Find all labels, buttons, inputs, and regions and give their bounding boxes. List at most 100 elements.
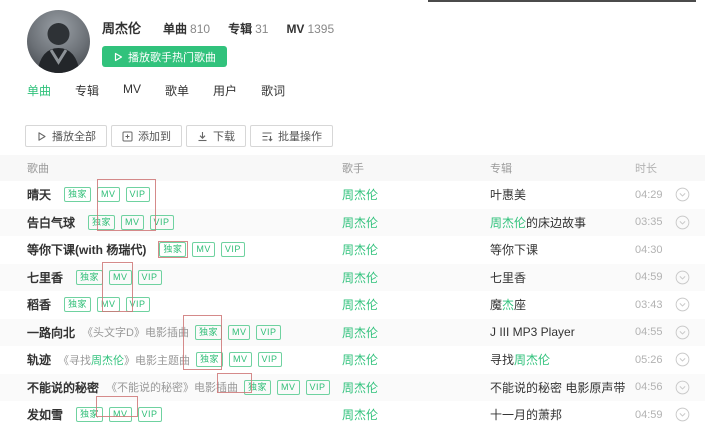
song-title[interactable]: 轨迹 (27, 351, 51, 368)
more-circle-icon[interactable] (675, 215, 690, 230)
highlighted-text: 周杰伦 (490, 215, 527, 230)
more-cell (675, 325, 705, 340)
more-circle-icon[interactable] (675, 352, 690, 367)
more-cell (675, 407, 705, 422)
tag-mv: MV (227, 324, 251, 340)
song-title[interactable]: 晴天 (27, 186, 51, 203)
batch-operations-icon (262, 131, 273, 141)
song-row[interactable]: 七里香 独家 MV VIP 周杰伦 七里香 04:59 (0, 263, 705, 291)
song-artist-link[interactable]: 周杰伦 (342, 271, 378, 285)
song-title[interactable]: 一路向北 (27, 324, 75, 341)
song-subtitle: 《不能说的秘密》电影插曲 (106, 379, 238, 395)
song-album-link[interactable]: 不能说的秘密 电影原声带 (490, 381, 625, 395)
song-album-link[interactable]: 寻找周杰伦 (490, 353, 550, 367)
tag-独家: 独家 (194, 324, 222, 340)
song-row[interactable]: 等你下课(with 杨瑞代) 独家 MV VIP 周杰伦 等你下课 04:30 (0, 236, 705, 264)
song-album-link[interactable]: 十一月的萧邦 (490, 408, 562, 422)
song-title[interactable]: 等你下课(with 杨瑞代) (27, 241, 146, 258)
tag-独家: 独家 (76, 407, 104, 423)
song-title[interactable]: 稻香 (27, 296, 51, 313)
more-circle-icon[interactable] (675, 270, 690, 285)
song-row[interactable]: 不能说的秘密 《不能说的秘密》电影插曲 独家 MV VIP 周杰伦 不能说的秘密 电… (0, 373, 705, 401)
play-hot-songs-button[interactable]: 播放歌手热门歌曲 (102, 46, 227, 67)
song-cell: 发如雪 独家 MV VIP (0, 406, 342, 423)
stat-songs-label: 单曲 (163, 22, 188, 36)
tag-vip: VIP (137, 407, 162, 423)
song-artist-link[interactable]: 周杰伦 (342, 298, 378, 312)
song-album-link[interactable]: J III MP3 Player (490, 325, 575, 339)
tab-songs[interactable]: 单曲 (27, 82, 51, 99)
song-artist-link[interactable]: 周杰伦 (342, 353, 378, 367)
more-circle-icon[interactable] (675, 325, 690, 340)
song-cell: 晴天 独家 MV VIP (0, 186, 342, 203)
play-all-button[interactable]: 播放全部 (25, 125, 107, 147)
more-circle-icon[interactable] (675, 187, 690, 202)
song-duration: 04:56 (635, 381, 663, 394)
song-row[interactable]: 告白气球 独家 MV VIP 周杰伦 周杰伦的床边故事 03:35 (0, 208, 705, 236)
play-hot-songs-label: 播放歌手热门歌曲 (128, 51, 216, 64)
song-artist-link[interactable]: 周杰伦 (342, 243, 378, 257)
song-row[interactable]: 发如雪 独家 MV VIP 周杰伦 十一月的萧邦 04:59 (0, 401, 705, 429)
tag-独家: 独家 (196, 352, 224, 368)
text: 七里香 (490, 270, 527, 285)
song-artist-link[interactable]: 周杰伦 (342, 408, 378, 422)
download-button[interactable]: 下载 (186, 125, 246, 147)
tab-lyrics[interactable]: 歌词 (261, 82, 285, 99)
song-row[interactable]: 稻香 独家 MV VIP 周杰伦 魔杰座 03:43 (0, 291, 705, 319)
song-album-link[interactable]: 魔杰座 (490, 298, 526, 312)
song-table-header: 歌曲 歌手 专辑 时长 (0, 155, 705, 181)
tag-vip: VIP (125, 297, 150, 313)
text: 《头文字D》电影插曲 (82, 327, 189, 340)
more-circle-icon[interactable] (675, 297, 690, 312)
more-cell (675, 187, 705, 202)
song-title[interactable]: 发如雪 (27, 406, 63, 423)
tag-独家: 独家 (64, 297, 92, 313)
song-tags: 独家 MV VIP (238, 379, 330, 395)
song-title[interactable]: 七里香 (27, 269, 63, 286)
tab-mv[interactable]: MV (123, 82, 141, 99)
song-album-link[interactable]: 叶惠美 (490, 188, 526, 202)
song-row[interactable]: 晴天 独家 MV VIP 周杰伦 叶惠美 04:29 (0, 181, 705, 209)
window-edge-line (428, 0, 696, 2)
tab-albums[interactable]: 专辑 (75, 82, 99, 99)
artist-photo-silhouette (37, 23, 80, 73)
text: 魔 (490, 298, 503, 313)
song-duration: 03:43 (635, 298, 663, 311)
song-artist-link[interactable]: 周杰伦 (342, 381, 378, 395)
artist-avatar[interactable] (27, 10, 90, 73)
song-album-link[interactable]: 七里香 (490, 271, 526, 285)
text: 的床边故事 (526, 215, 587, 230)
stat-albums-label: 专辑 (228, 22, 253, 36)
tab-users[interactable]: 用户 (213, 82, 237, 99)
song-artist-link[interactable]: 周杰伦 (342, 188, 378, 202)
more-circle-icon[interactable] (675, 380, 690, 395)
album-cell: 十一月的萧邦 (490, 406, 635, 423)
song-tags: 独家 MV VIP (58, 297, 150, 313)
artist-cell: 周杰伦 (342, 241, 490, 258)
more-circle-icon[interactable] (675, 407, 690, 422)
song-artist-link[interactable]: 周杰伦 (342, 216, 378, 230)
batch-operations-label: 批量操作 (278, 131, 322, 143)
song-duration: 04:29 (635, 188, 663, 201)
tag-vip: VIP (305, 379, 330, 395)
song-tags: 独家 MV VIP (58, 187, 150, 203)
song-row[interactable]: 一路向北 《头文字D》电影插曲 独家 MV VIP 周杰伦 J III MP3 Pl… (0, 318, 705, 346)
action-toolbar: 播放全部 添加到 下载 批量操作 (25, 125, 333, 147)
add-to-button[interactable]: 添加到 (111, 125, 182, 147)
song-tags: 独家 MV VIP (153, 242, 245, 258)
artist-name[interactable]: 周杰伦 (102, 18, 141, 37)
song-album-link[interactable]: 等你下课 (490, 243, 538, 257)
artist-info: 周杰伦 单曲 810 专辑 31 MV 1395 播放歌手热门歌曲 (102, 10, 352, 73)
tab-playlists[interactable]: 歌单 (165, 82, 189, 99)
song-title[interactable]: 告白气球 (27, 214, 75, 231)
song-title[interactable]: 不能说的秘密 (27, 379, 99, 396)
play-all-label: 播放全部 (52, 131, 96, 143)
batch-operations-button[interactable]: 批量操作 (250, 125, 333, 147)
column-header-album: 专辑 (490, 163, 512, 175)
text: 座 (514, 298, 527, 313)
song-album-link[interactable]: 周杰伦的床边故事 (490, 216, 586, 230)
tag-mv: MV (229, 352, 252, 368)
column-header-duration: 时长 (635, 163, 657, 175)
song-artist-link[interactable]: 周杰伦 (342, 326, 378, 340)
song-row[interactable]: 轨迹 《寻找周杰伦》电影主题曲 独家 MV VIP 周杰伦 寻找周杰伦 05:26 (0, 346, 705, 374)
